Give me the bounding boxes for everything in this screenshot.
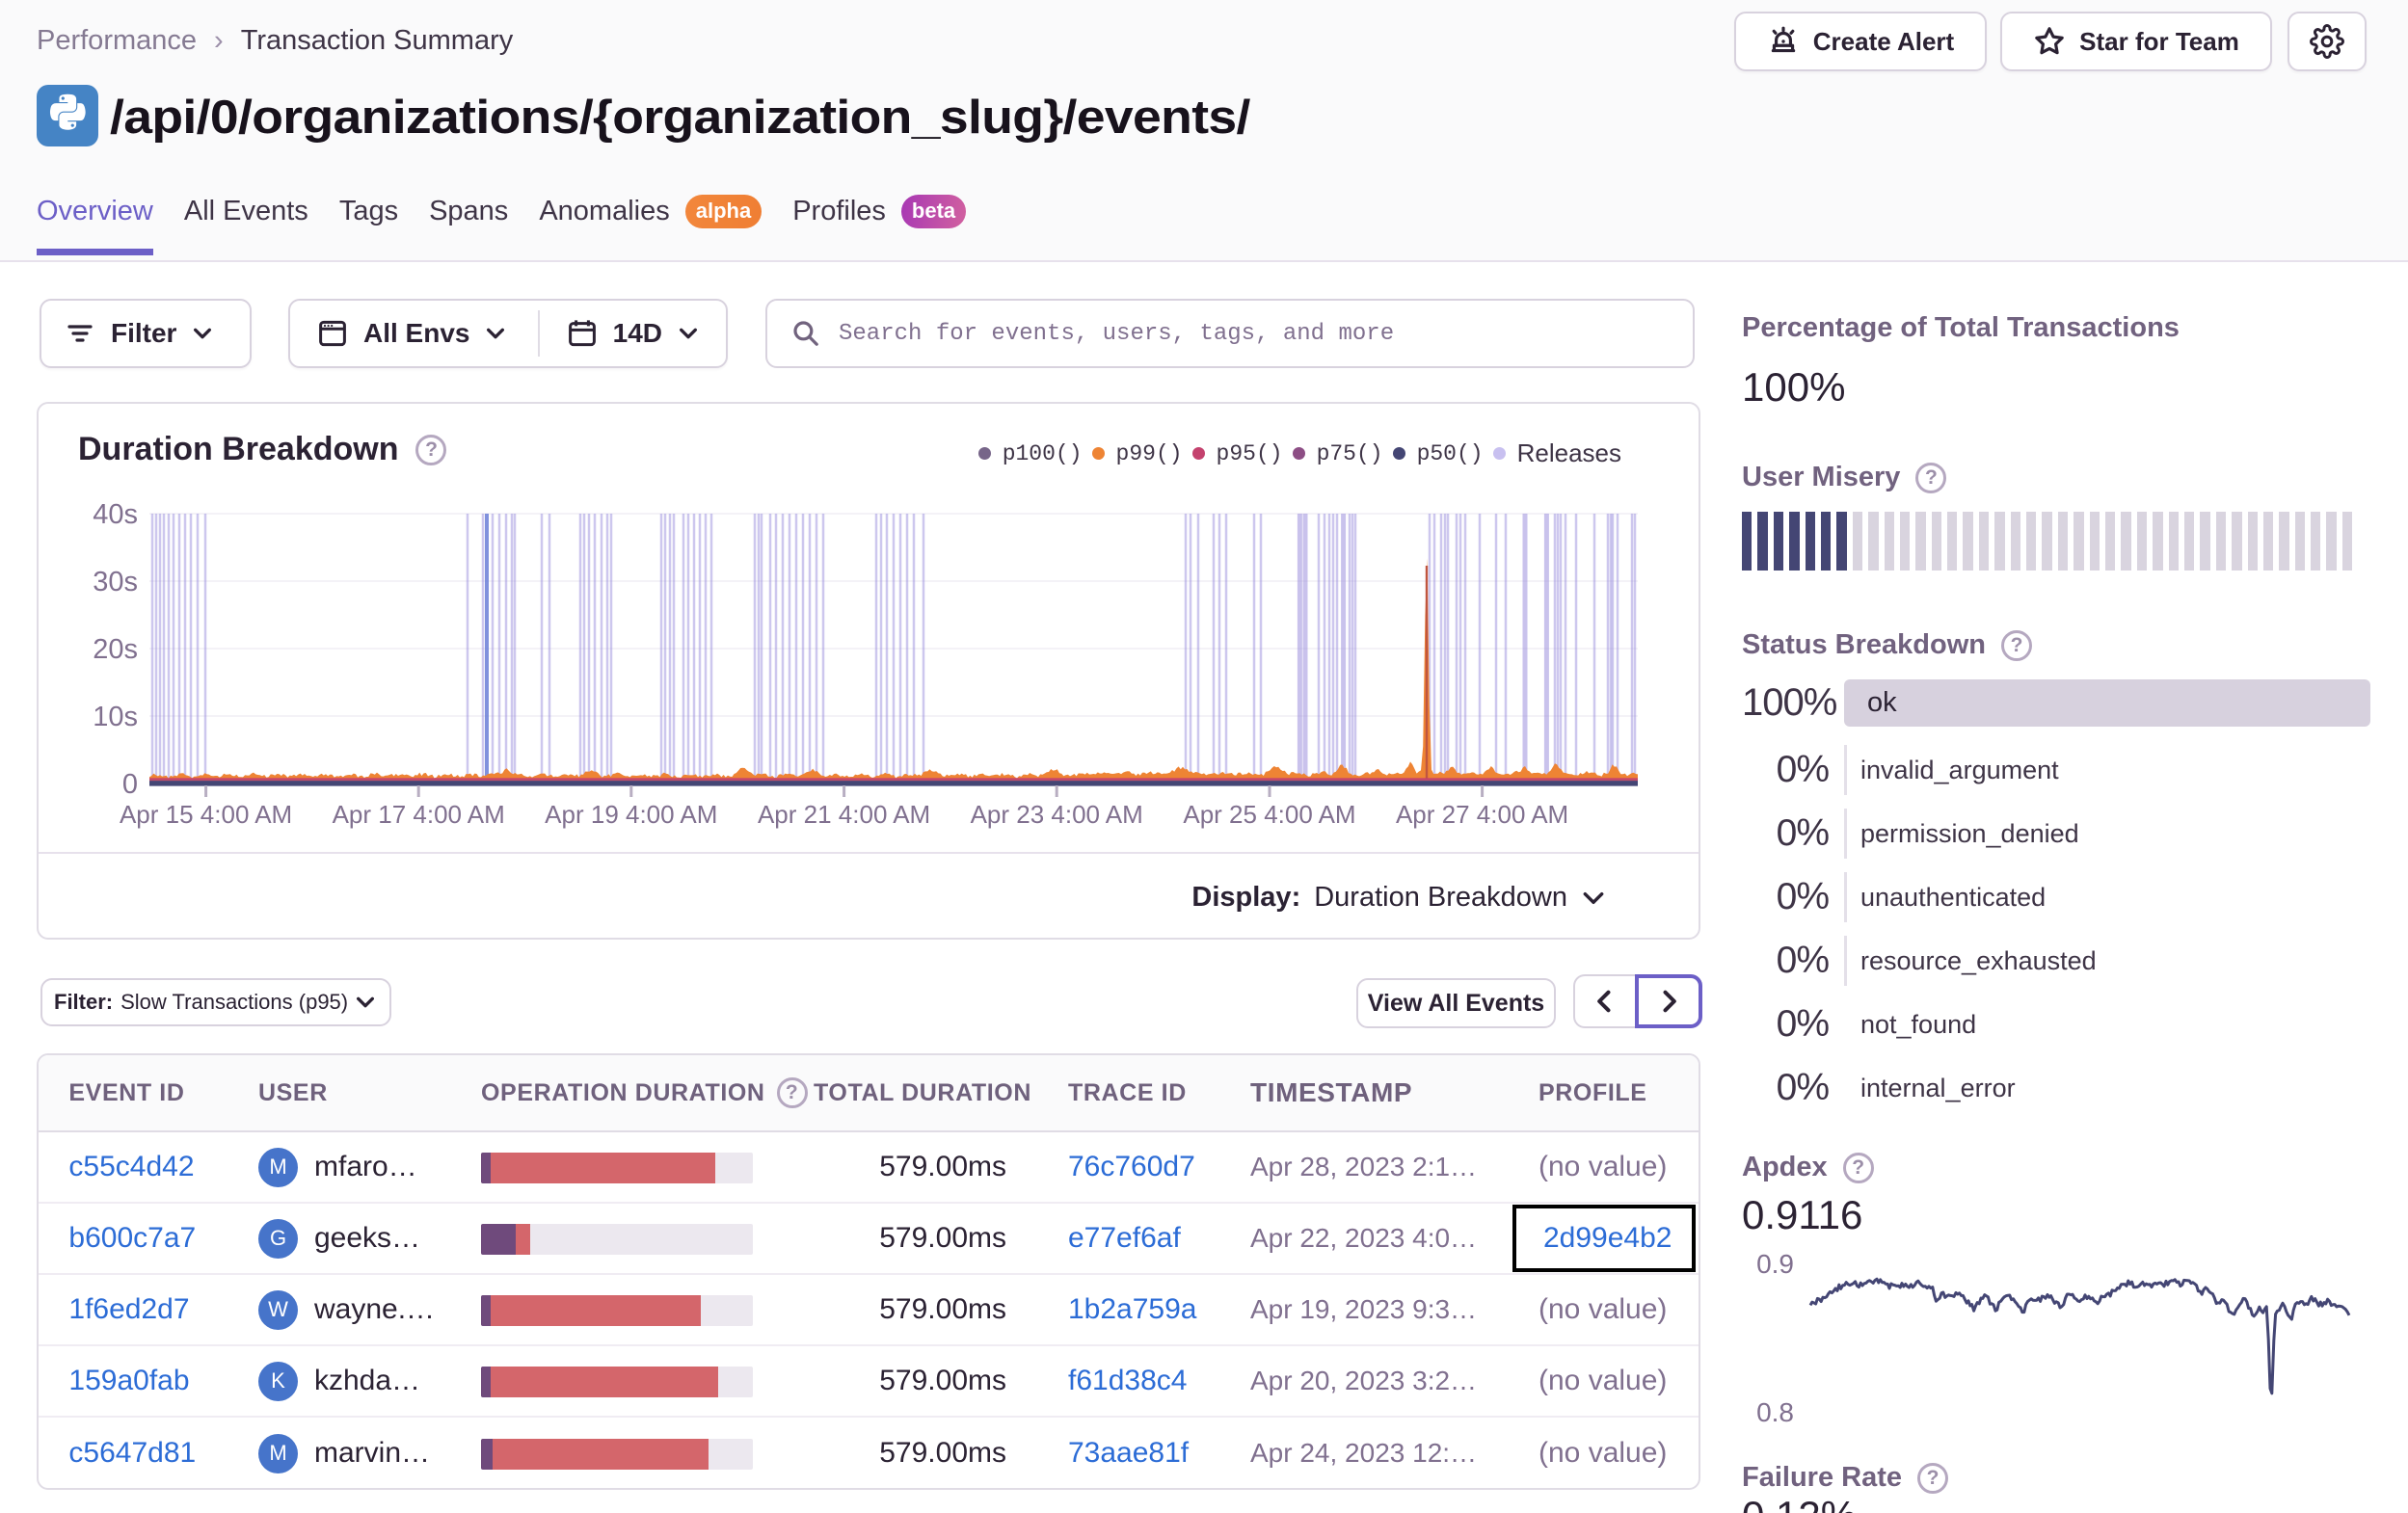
svg-text:30s: 30s [93, 567, 138, 597]
svg-text:0: 0 [122, 769, 138, 800]
svg-text:Apr 23 4:00 AM: Apr 23 4:00 AM [971, 800, 1143, 829]
svg-text:10s: 10s [93, 702, 138, 732]
svg-text:Apr 15 4:00 AM: Apr 15 4:00 AM [120, 800, 292, 829]
svg-text:Apr 21 4:00 AM: Apr 21 4:00 AM [758, 800, 930, 829]
svg-text:Apr 25 4:00 AM: Apr 25 4:00 AM [1183, 800, 1355, 829]
svg-text:Apr 27 4:00 AM: Apr 27 4:00 AM [1396, 800, 1568, 829]
svg-text:0.8: 0.8 [1756, 1397, 1794, 1427]
svg-text:20s: 20s [93, 634, 138, 665]
svg-text:Apr 19 4:00 AM: Apr 19 4:00 AM [545, 800, 717, 829]
svg-text:0.9: 0.9 [1756, 1249, 1794, 1279]
svg-text:Apr 17 4:00 AM: Apr 17 4:00 AM [333, 800, 505, 829]
svg-text:40s: 40s [93, 499, 138, 530]
